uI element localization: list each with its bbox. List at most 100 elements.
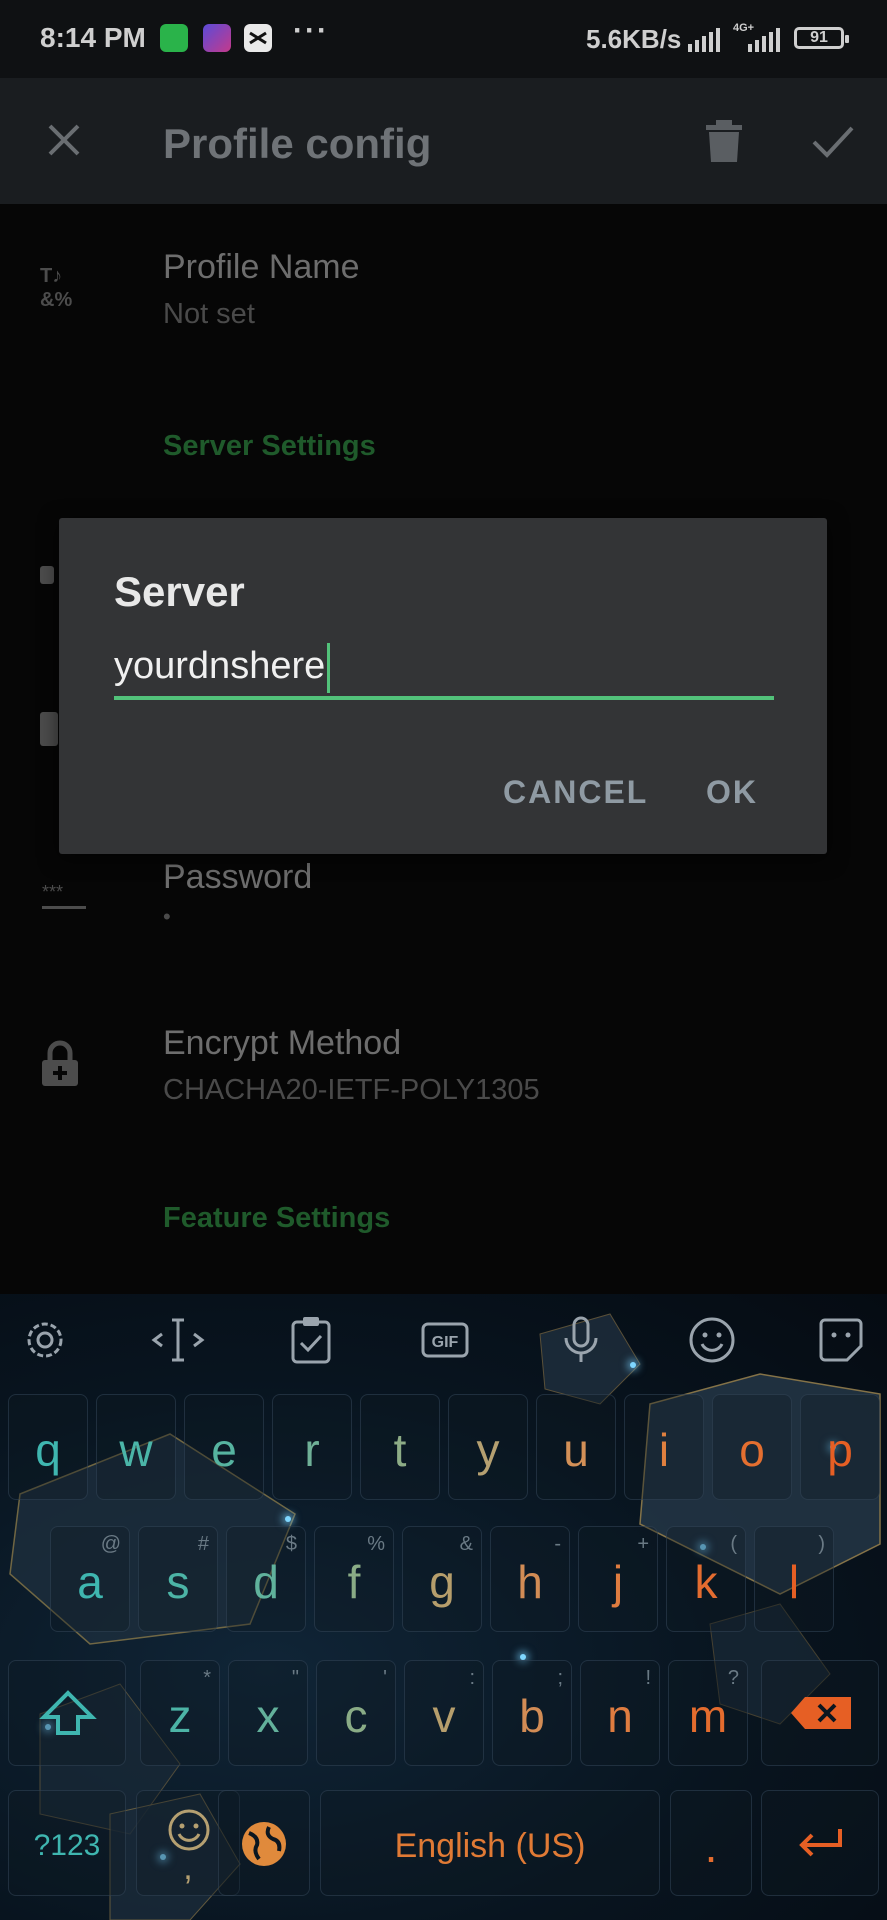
server-input-value: yourdnshere [114, 645, 326, 687]
encrypt-method-value: CHACHA20-IETF-POLY1305 [163, 1074, 540, 1106]
key-label: w [119, 1424, 153, 1476]
keyboard: GIF q w e r t y u i o p a @ s # d $ f% g & h - j + k(l) z * x " c ' v:… [0, 1294, 887, 1920]
key-a[interactable]: a @ [50, 1526, 130, 1632]
key-e[interactable]: e [184, 1394, 264, 1500]
period-key[interactable]: . [670, 1790, 752, 1896]
key-hint: ' [383, 1667, 387, 1689]
key-j[interactable]: j + [578, 1526, 658, 1632]
network-speed: 5.6KB/s [586, 24, 682, 54]
key-label: v [432, 1690, 456, 1742]
space-label: English (US) [394, 1827, 586, 1865]
svg-text:***: *** [42, 884, 63, 902]
key-hint: & [459, 1533, 473, 1555]
enter-key[interactable] [761, 1790, 879, 1896]
signal-strength-icon [688, 28, 720, 52]
key-hint: ! [645, 1667, 651, 1689]
profile-name-title: Profile Name [163, 248, 360, 286]
key-label: p [827, 1424, 853, 1476]
key-label: h [517, 1556, 543, 1608]
key-c[interactable]: c ' [316, 1660, 396, 1766]
key-l[interactable]: l) [754, 1526, 834, 1632]
key-p[interactable]: p [800, 1394, 880, 1500]
key-label: m [688, 1690, 728, 1742]
gif-icon[interactable]: GIF [417, 1312, 473, 1368]
key-g[interactable]: g & [402, 1526, 482, 1632]
key-hint: @ [100, 1533, 121, 1555]
battery-icon: 91 [794, 27, 849, 49]
key-o[interactable]: o [712, 1394, 792, 1500]
wechat-app-icon [160, 24, 188, 52]
key-hint: ? [727, 1667, 739, 1689]
key-u[interactable]: u [536, 1394, 616, 1500]
smiley-icon [168, 1809, 210, 1851]
key-n[interactable]: n! [580, 1660, 660, 1766]
gif-label: GIF [432, 1334, 459, 1351]
space-bar[interactable]: English (US) [320, 1790, 660, 1896]
key-d[interactable]: d $ [226, 1526, 306, 1632]
key-w[interactable]: w [96, 1394, 176, 1500]
key-label: q [35, 1424, 61, 1476]
profile-name-value: Not set [163, 298, 255, 330]
key-label: b [519, 1690, 545, 1742]
key-y[interactable]: y [448, 1394, 528, 1500]
cursor-icon[interactable] [150, 1312, 206, 1368]
key-m[interactable]: m? [668, 1660, 748, 1766]
save-check-icon[interactable] [810, 122, 856, 162]
key-hint: ( [730, 1533, 737, 1555]
key-label: y [476, 1424, 500, 1476]
key-r[interactable]: r [272, 1394, 352, 1500]
key-label: i [658, 1424, 670, 1476]
settings-icon[interactable] [17, 1312, 73, 1368]
password-value: • [163, 904, 171, 929]
key-b[interactable]: b; [492, 1660, 572, 1766]
key-q[interactable]: q [8, 1394, 88, 1500]
microphone-icon[interactable] [553, 1312, 609, 1368]
password-row[interactable]: *** Password • [0, 844, 887, 994]
key-label: k [694, 1556, 718, 1608]
key-label: f [347, 1556, 361, 1608]
text-format-icon: T♪ &% [40, 265, 72, 310]
key-f[interactable]: f% [314, 1526, 394, 1632]
cancel-button[interactable]: CANCEL [503, 774, 648, 811]
key-label: s [166, 1556, 190, 1608]
music-app-icon [203, 24, 231, 52]
capcut-app-icon [244, 24, 272, 52]
key-label: r [304, 1424, 320, 1476]
key-s[interactable]: s # [138, 1526, 218, 1632]
key-h[interactable]: h- [490, 1526, 570, 1632]
backspace-icon [791, 1697, 851, 1729]
close-icon[interactable] [44, 120, 84, 160]
emoji-icon[interactable] [684, 1312, 740, 1368]
password-icon: *** [42, 884, 86, 909]
key-label: x [256, 1690, 280, 1742]
key-t[interactable]: t [360, 1394, 440, 1500]
app-bar: Profile config [0, 78, 887, 204]
key-x[interactable]: x " [228, 1660, 308, 1766]
key-v[interactable]: v: [404, 1660, 484, 1766]
clipboard-icon[interactable] [283, 1312, 339, 1368]
status-time: 8:14 PM [40, 22, 146, 53]
server-settings-header: Server Settings [163, 430, 376, 462]
key-label: o [739, 1424, 765, 1476]
symbols-key[interactable]: ?123 [8, 1790, 126, 1896]
server-input[interactable]: yourdnshere [114, 640, 774, 700]
ok-button[interactable]: OK [706, 774, 758, 811]
status-bar: 8:14 PM ··· 5.6KB/s 4G+ 91 [0, 0, 887, 78]
profile-name-row[interactable]: T♪ &% Profile Name Not set [0, 204, 887, 374]
signal-strength-icon-2 [748, 28, 780, 52]
key-i[interactable]: i [624, 1394, 704, 1500]
lock-icon [42, 1040, 78, 1086]
sticker-icon[interactable] [813, 1312, 869, 1368]
key-label: z [168, 1690, 192, 1742]
backspace-key[interactable] [761, 1660, 879, 1766]
feature-settings-header: Feature Settings [163, 1202, 391, 1234]
language-key[interactable] [218, 1790, 310, 1896]
key-z[interactable]: z * [140, 1660, 220, 1766]
delete-icon[interactable] [704, 118, 744, 164]
shift-key[interactable] [8, 1660, 126, 1766]
key-hint: ; [557, 1667, 563, 1689]
encrypt-method-row[interactable]: Encrypt Method CHACHA20-IETF-POLY1305 [0, 1004, 887, 1154]
encrypt-method-title: Encrypt Method [163, 1024, 402, 1062]
key-k[interactable]: k( [666, 1526, 746, 1632]
key-hint: ) [818, 1533, 825, 1555]
